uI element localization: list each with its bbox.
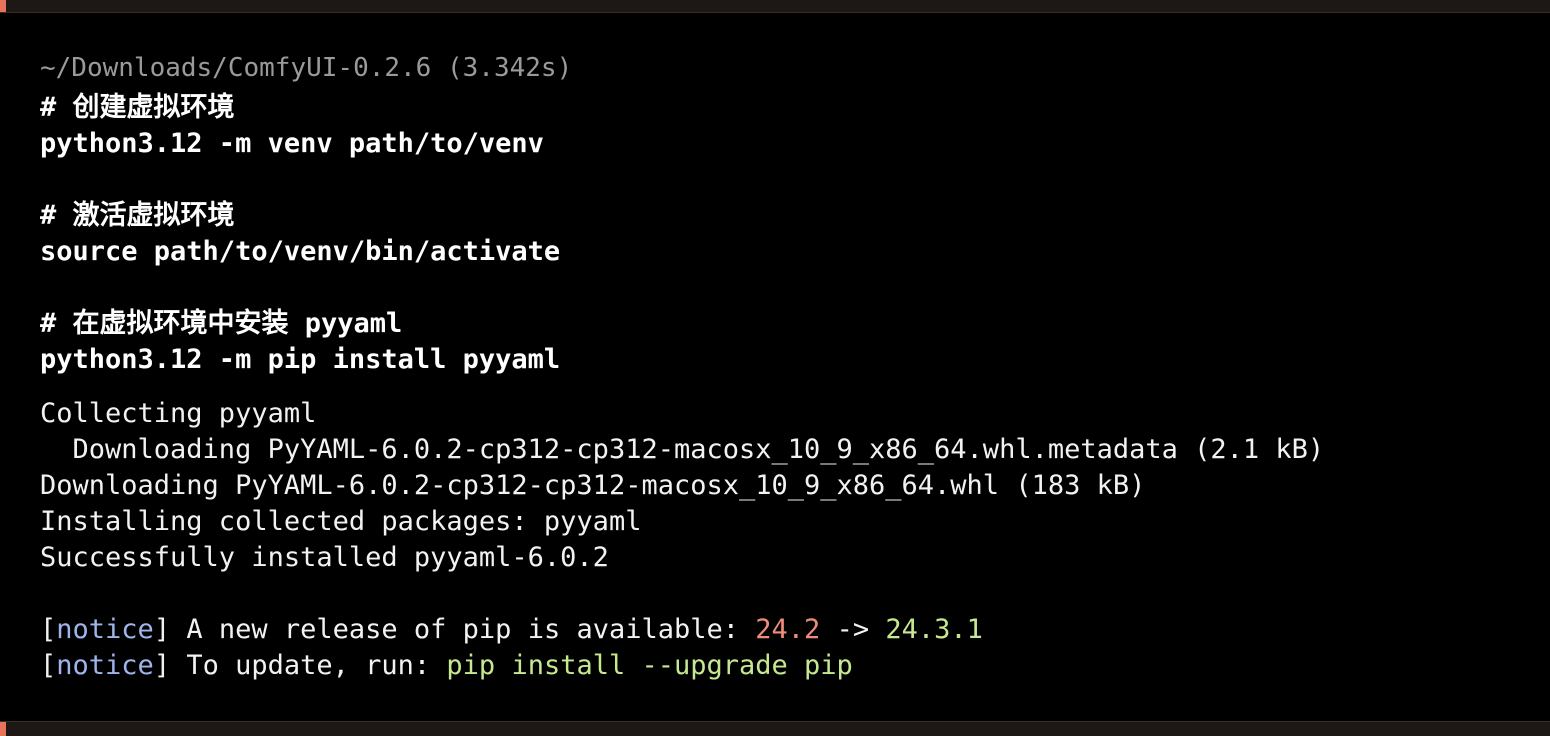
top-edge-bar [0,0,1550,13]
prompt-duration: (3.342s) [447,53,573,83]
notice-tag: notice [56,614,154,645]
output-collecting: Collecting pyyaml [40,398,317,429]
command-create-venv: python3.12 -m venv path/to/venv [40,128,544,159]
prompt-line: ~/Downloads/ComfyUI-0.2.6 (3.342s) [40,51,572,85]
notice-release-line: [notice] A new release of pip is availab… [40,614,983,645]
command-install-pyyaml: python3.12 -m pip install pyyaml [40,344,561,375]
comment-activate-venv: # 激活虚拟环境 [40,200,235,231]
command-activate-venv: source path/to/venv/bin/activate [40,236,561,267]
output-installing: Installing collected packages: pyyaml [40,506,642,537]
notice-update-line: [notice] To update, run: pip install --u… [40,650,853,681]
version-arrow: -> [820,614,886,645]
bottom-accent-mark [0,722,6,736]
output-downloading-wheel: Downloading PyYAML-6.0.2-cp312-cp312-mac… [40,470,1146,501]
bottom-edge-bar [0,721,1550,736]
notice-update-text: To update, run: [170,650,447,681]
prompt-path: ~/Downloads/ComfyUI-0.2.6 [40,53,432,83]
pip-upgrade-command[interactable]: pip install --upgrade pip [446,650,852,681]
pip-new-version: 24.3.1 [885,614,983,645]
output-downloading-metadata: Downloading PyYAML-6.0.2-cp312-cp312-mac… [40,434,1325,465]
comment-create-venv: # 创建虚拟环境 [40,92,235,123]
pip-old-version: 24.2 [755,614,821,645]
output-success: Successfully installed pyyaml-6.0.2 [40,542,609,573]
terminal-window[interactable]: ~/Downloads/ComfyUI-0.2.6 (3.342s) # 创建虚… [0,0,1550,736]
notice-tag: notice [56,650,154,681]
top-accent-mark [0,0,6,12]
notice-release-text: A new release of pip is available: [170,614,756,645]
comment-install-pyyaml: # 在虚拟环境中安装 pyyaml [40,308,403,339]
